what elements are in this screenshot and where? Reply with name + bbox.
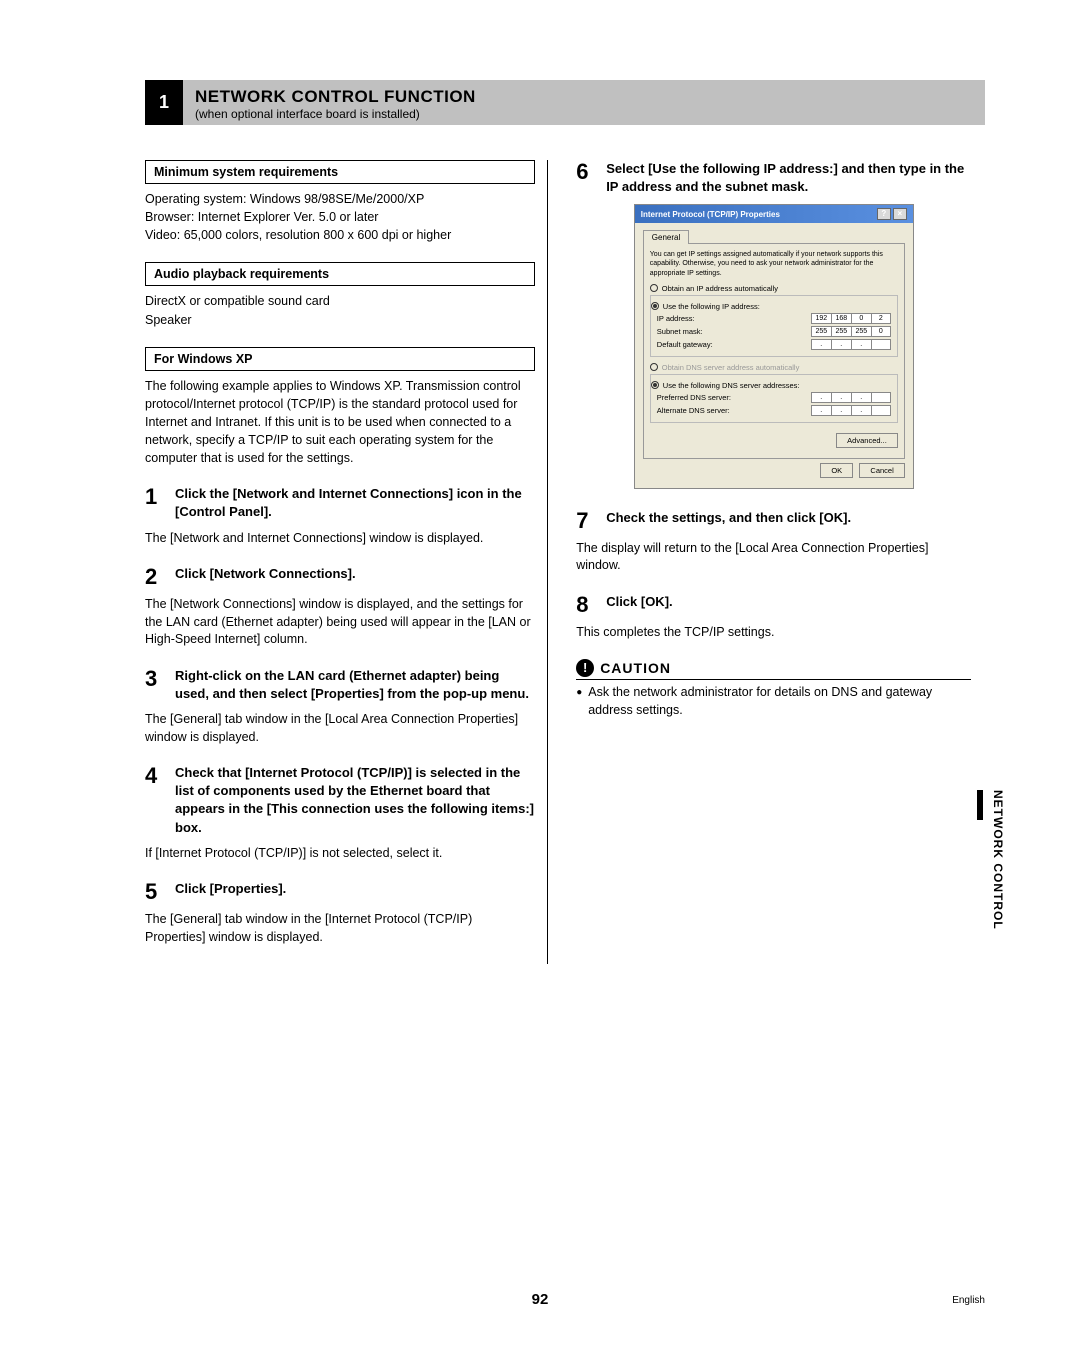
text-min-req: Operating system: Windows 98/98SE/Me/200… [145,190,535,244]
close-icon[interactable]: × [893,208,907,220]
alt-dns-input[interactable]: ... [811,405,891,416]
pref-dns-label: Preferred DNS server: [657,393,731,402]
tcpip-dialog: Internet Protocol (TCP/IP) Properties ? … [634,204,914,488]
section-number: 1 [145,80,183,125]
text-winxp: The following example applies to Windows… [145,377,535,468]
step-7: 7 Check the settings, and then click [OK… [576,509,971,532]
gw-input[interactable]: ... [811,339,891,350]
step-8: 8 Click [OK]. [576,593,971,616]
mask-label: Subnet mask: [657,327,703,336]
section-title: NETWORK CONTROL FUNCTION [195,87,476,107]
step-1: 1 Click the [Network and Internet Connec… [145,485,535,521]
dialog-titlebar: Internet Protocol (TCP/IP) Properties ? … [635,205,913,223]
step-2: 2 Click [Network Connections]. [145,565,535,588]
ok-button[interactable]: OK [820,463,853,478]
side-indicator [977,790,983,820]
heading-audio: Audio playback requirements [145,262,535,286]
section-subtitle: (when optional interface board is instal… [195,107,476,121]
pref-dns-input[interactable]: ... [811,392,891,403]
heading-winxp: For Windows XP [145,347,535,371]
ip-input[interactable]: 192 168 0 2 [811,313,891,324]
step-5: 5 Click [Properties]. [145,880,535,903]
ip-label: IP address: [657,314,695,323]
radio-auto-ip[interactable]: Obtain an IP address automatically [650,284,898,293]
step-6: 6 Select [Use the following IP address:]… [576,160,971,196]
heading-min-req: Minimum system requirements [145,160,535,184]
caution-header: ! CAUTION [576,659,971,680]
radio-use-ip[interactable]: Use the following IP address: [651,302,891,311]
step-4: 4 Check that [Internet Protocol (TCP/IP)… [145,764,535,837]
section-header: 1 NETWORK CONTROL FUNCTION (when optiona… [145,80,985,125]
language-label: English [952,1295,985,1306]
gw-label: Default gateway: [657,340,713,349]
side-tab-label: NETWORK CONTROL [991,790,1005,930]
alt-dns-label: Alternate DNS server: [657,406,730,415]
dialog-description: You can get IP settings assigned automat… [650,250,898,277]
caution-body: ● Ask the network administrator for deta… [576,684,971,719]
mask-input[interactable]: 255 255 255 0 [811,326,891,337]
tab-general[interactable]: General [643,230,689,244]
help-icon[interactable]: ? [877,208,891,220]
dialog-title-text: Internet Protocol (TCP/IP) Properties [641,210,780,219]
text-audio: DirectX or compatible sound card Speaker [145,292,535,328]
page-number: 92 [532,1291,549,1308]
caution-icon: ! [576,659,594,677]
radio-use-dns[interactable]: Use the following DNS server addresses: [651,381,891,390]
step-3: 3 Right-click on the LAN card (Ethernet … [145,667,535,703]
radio-auto-dns: Obtain DNS server address automatically [650,363,898,372]
advanced-button[interactable]: Advanced... [836,433,898,448]
cancel-button[interactable]: Cancel [859,463,904,478]
